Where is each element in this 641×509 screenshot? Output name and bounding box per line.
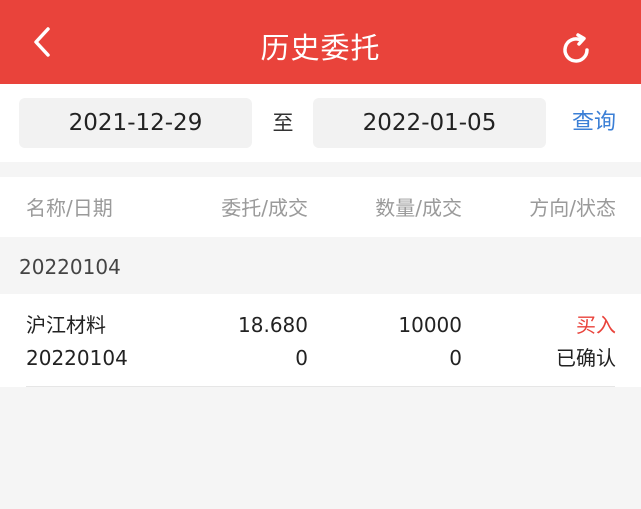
trade-direction: 买入 bbox=[576, 313, 616, 337]
column-header-order-deal: 委托/成交 bbox=[221, 196, 308, 220]
order-history-table: 名称/日期 委托/成交 数量/成交 方向/状态 20220104 沪江材料 20… bbox=[0, 177, 641, 387]
refresh-button[interactable] bbox=[554, 28, 598, 72]
date-group-header: 20220104 bbox=[0, 237, 641, 294]
column-header-name-date: 名称/日期 bbox=[26, 196, 113, 220]
date-filter-bar: 2021-12-29 至 2022-01-05 查询 bbox=[0, 84, 641, 162]
app-header: 历史委托 bbox=[0, 0, 641, 84]
deal-price: 0 bbox=[295, 346, 308, 370]
refresh-icon bbox=[563, 33, 589, 63]
order-date: 20220104 bbox=[26, 346, 128, 370]
row-divider bbox=[26, 386, 615, 387]
order-price: 18.680 bbox=[238, 313, 308, 337]
query-button[interactable]: 查询 bbox=[558, 98, 630, 148]
table-row[interactable]: 沪江材料 20220104 18.680 0 10000 0 买入 已确认 bbox=[0, 294, 641, 387]
column-header-direction-status: 方向/状态 bbox=[529, 196, 616, 220]
group-date: 20220104 bbox=[19, 255, 121, 279]
column-header-quantity-deal: 数量/成交 bbox=[375, 196, 462, 220]
page-title: 历史委托 bbox=[260, 31, 381, 65]
deal-quantity: 0 bbox=[449, 346, 462, 370]
date-range-separator: 至 bbox=[272, 111, 294, 135]
end-date-field[interactable]: 2022-01-05 bbox=[313, 98, 546, 148]
order-status: 已确认 bbox=[556, 346, 616, 370]
stock-name: 沪江材料 bbox=[26, 313, 106, 337]
start-date-field[interactable]: 2021-12-29 bbox=[19, 98, 252, 148]
order-quantity: 10000 bbox=[398, 313, 462, 337]
table-header: 名称/日期 委托/成交 数量/成交 方向/状态 bbox=[0, 177, 641, 237]
